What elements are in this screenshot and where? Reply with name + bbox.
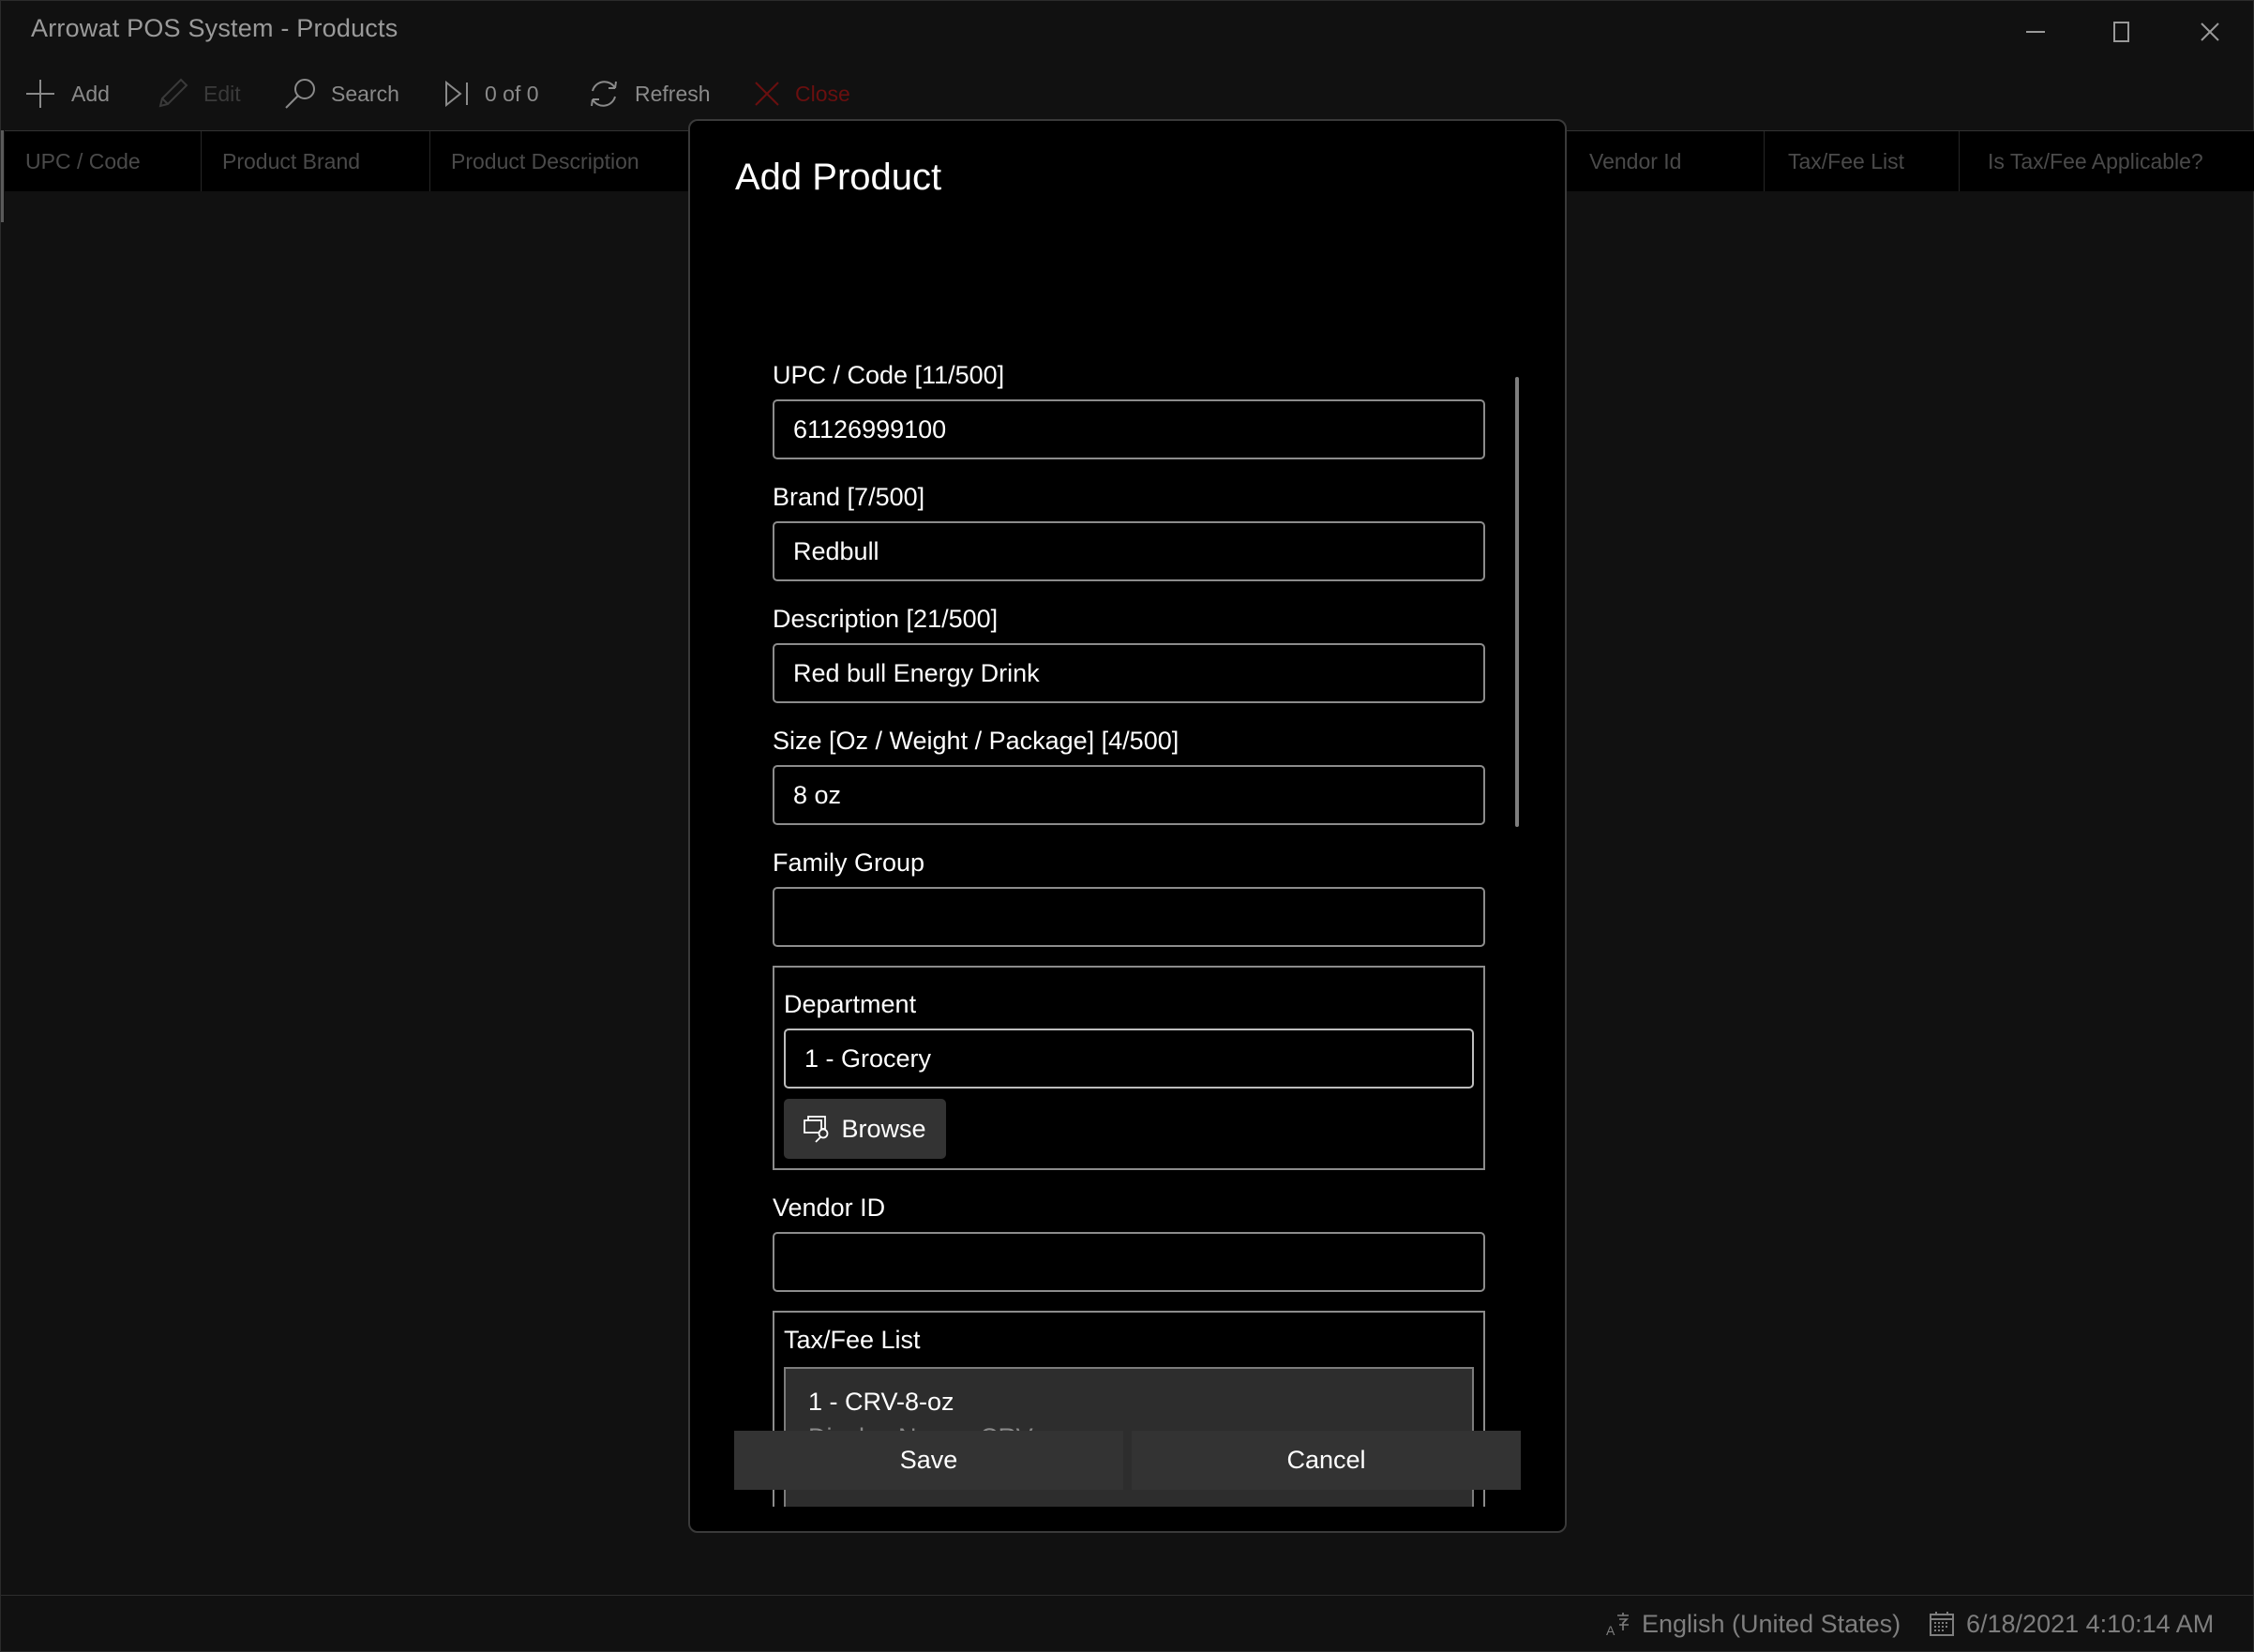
add-label: Add <box>71 81 110 106</box>
toolbar: Add Edit Search 0 of 0 Refresh Close <box>1 65 2254 123</box>
edit-label: Edit <box>203 81 241 106</box>
description-input[interactable]: Red bull Energy Drink <box>773 643 1485 703</box>
window-title: Arrowat POS System - Products <box>31 14 398 42</box>
close-icon <box>2201 23 2219 41</box>
family-group-label: Family Group <box>773 849 925 877</box>
calendar-icon <box>1930 1612 1954 1636</box>
window-close-button[interactable] <box>2182 14 2238 50</box>
plus-icon <box>26 80 54 108</box>
close-button[interactable]: Close <box>754 76 850 112</box>
language-indicator: A English (United States) <box>1606 1608 1901 1640</box>
browse-label: Browse <box>841 1114 926 1143</box>
size-label: Size [Oz / Weight / Package] [4/500] <box>773 727 1180 755</box>
record-navigator[interactable]: 0 of 0 <box>443 76 539 112</box>
add-product-dialog: Add Product UPC / Code [11/500] 61126999… <box>688 119 1567 1533</box>
browse-icon <box>804 1116 829 1143</box>
vendor-id-label: Vendor ID <box>773 1194 886 1222</box>
column-header-tax-fee-list[interactable]: Tax/Fee List <box>1765 131 1960 191</box>
language-icon: A <box>1606 1613 1629 1636</box>
browse-department-button[interactable]: Browse <box>784 1099 946 1159</box>
tax-fee-label: Tax/Fee List <box>784 1326 921 1354</box>
search-icon <box>285 79 315 109</box>
brand-input[interactable]: Redbull <box>773 521 1485 581</box>
tax-fee-title: 1 - CRV-8-oz <box>808 1388 954 1416</box>
cancel-button[interactable]: Cancel <box>1132 1431 1521 1490</box>
title-bar: Arrowat POS System - Products <box>1 1 2254 62</box>
column-header-tax-applicable[interactable]: Is Tax/Fee Applicable? <box>1960 131 2254 191</box>
refresh-icon <box>591 81 617 107</box>
column-header-upc[interactable]: UPC / Code <box>5 131 202 191</box>
upc-label: UPC / Code [11/500] <box>773 361 1005 389</box>
search-button[interactable]: Search <box>284 76 399 112</box>
save-button[interactable]: Save <box>734 1431 1123 1490</box>
form-scroll-area: UPC / Code [11/500] 61126999100 Brand [7… <box>690 252 1565 1507</box>
size-input[interactable]: 8 oz <box>773 765 1485 825</box>
vendor-id-input[interactable] <box>773 1232 1485 1292</box>
dialog-title: Add Product <box>735 157 942 198</box>
datetime-text: 6/18/2021 4:10:14 AM <box>1966 1609 2215 1638</box>
status-bar: A English (United States) 6/18/2021 4:10… <box>1 1596 2254 1650</box>
search-label: Search <box>331 81 399 106</box>
refresh-button[interactable]: Refresh <box>588 76 711 112</box>
refresh-label: Refresh <box>635 81 711 106</box>
maximize-button[interactable] <box>2094 14 2150 50</box>
minimize-button[interactable] <box>2007 14 2064 50</box>
department-label: Department <box>784 990 917 1018</box>
datetime-indicator: 6/18/2021 4:10:14 AM <box>1929 1608 2214 1640</box>
svg-text:A: A <box>1606 1623 1615 1636</box>
column-header-vendor-id[interactable]: Vendor Id <box>1566 131 1765 191</box>
brand-label: Brand [7/500] <box>773 483 925 511</box>
close-x-icon <box>755 82 779 106</box>
grid-scroll-edge <box>1 130 4 222</box>
column-header-description[interactable]: Product Description <box>430 131 691 191</box>
app-window: Arrowat POS System - Products Add Edit S… <box>0 0 2254 1652</box>
column-header-brand[interactable]: Product Brand <box>202 131 430 191</box>
form-scrollbar[interactable] <box>1515 377 1519 827</box>
close-label: Close <box>795 81 850 106</box>
minimize-icon <box>2026 31 2045 33</box>
description-label: Description [21/500] <box>773 605 999 633</box>
pencil-icon <box>158 78 188 108</box>
add-button[interactable]: Add <box>24 76 110 112</box>
upc-input[interactable]: 61126999100 <box>773 399 1485 459</box>
maximize-icon <box>2113 22 2129 42</box>
edit-button[interactable]: Edit <box>157 76 241 112</box>
department-group: Department 1 - Grocery Browse <box>773 966 1485 1170</box>
department-input[interactable]: 1 - Grocery <box>784 1029 1474 1089</box>
skip-to-end-icon <box>445 81 468 107</box>
language-text: English (United States) <box>1642 1609 1901 1638</box>
record-count: 0 of 0 <box>485 81 539 106</box>
family-group-input[interactable] <box>773 887 1485 947</box>
